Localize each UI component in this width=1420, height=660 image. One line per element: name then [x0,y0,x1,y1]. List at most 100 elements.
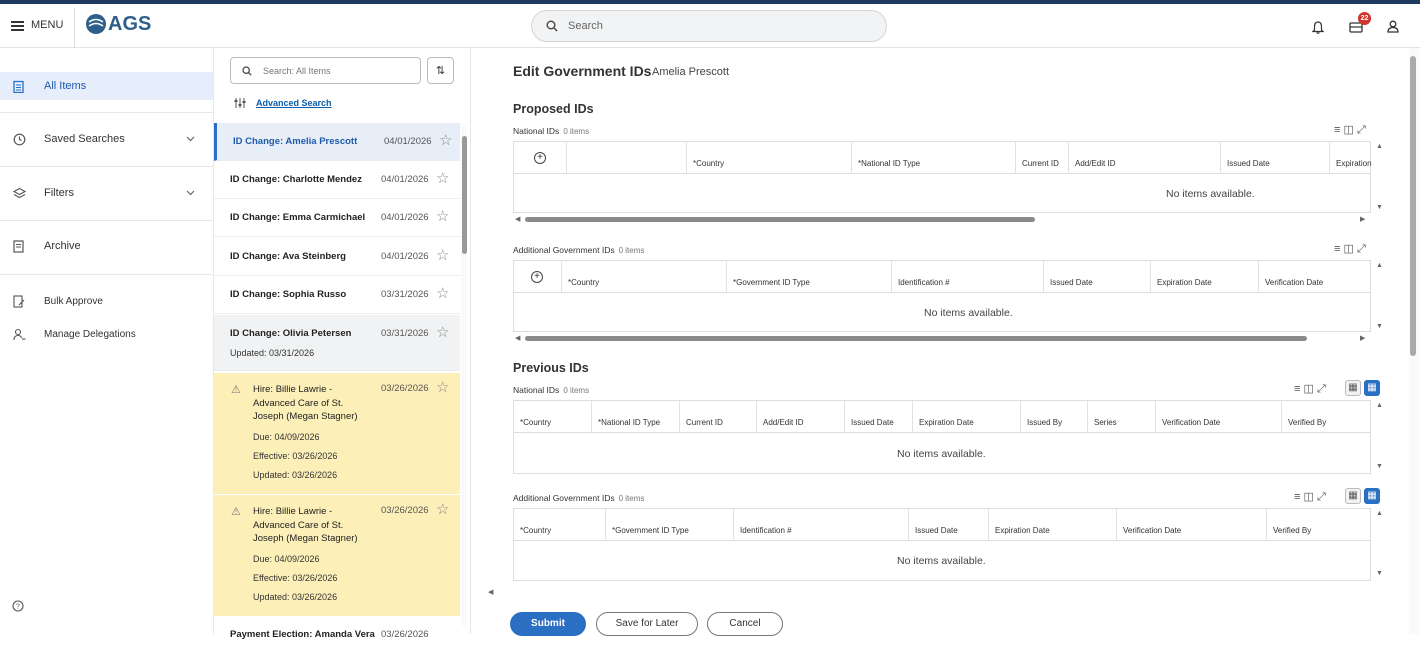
page-title: Edit Government IDs [513,63,652,79]
inbox-list-pane: Search: All Items ⇅ Advanced Search ID C… [214,48,471,660]
star-icon[interactable]: ☆ [436,500,449,518]
menu-label[interactable]: MENU [31,19,63,31]
list-item[interactable]: ID Change: Emma Carmichael 04/01/2026 ☆ [214,199,460,237]
action-footer: Submit Save for Later Cancel [472,604,1408,636]
columns-icon[interactable]: ◫ [1343,243,1353,255]
filter-icon[interactable]: ≡ [1294,383,1300,395]
nav-item-saved-searches[interactable]: Saved Searches [0,112,213,166]
scroll-up-arrow[interactable]: ▲ [1376,262,1383,269]
main-content: Edit Government IDs Amelia Prescott Prop… [472,48,1408,634]
horizontal-scrollbar[interactable]: ◀ ▶ [513,214,1371,224]
table-header-cell: Identification # [734,509,909,541]
hamburger-icon[interactable] [11,21,24,31]
columns-icon[interactable]: ◫ [1303,491,1313,503]
scroll-down-arrow[interactable]: ▼ [1376,570,1383,577]
scroll-left-arrow[interactable]: ◀ [488,588,493,596]
submit-button[interactable]: Submit [510,612,586,636]
table-label-text: Additional Government IDs [513,493,615,503]
expand-icon[interactable]: ⤢ [1317,383,1326,395]
expand-icon[interactable]: ⤢ [1357,243,1366,255]
nav-item-manage-delegations[interactable]: Manage Delegations [0,318,213,352]
sort-button[interactable]: ⇅ [427,57,454,84]
nav-item-bulk-approve[interactable]: Bulk Approve [0,284,213,318]
table-header-cell: Current ID [680,401,757,433]
cancel-button[interactable]: Cancel [707,612,783,636]
nav-label: All Items [44,80,87,92]
scroll-right-arrow[interactable]: ▶ [1360,215,1365,223]
scroll-right-arrow[interactable]: ▶ [1360,334,1365,342]
nav-item-filters[interactable]: Filters [0,166,213,220]
list-item[interactable]: ID Change: Amelia Prescott 04/01/2026 ☆ [214,123,460,161]
filter-icon[interactable]: ≡ [1294,491,1300,503]
scroll-left-arrow[interactable]: ◀ [515,215,520,223]
grid-view-button[interactable]: ▦ [1345,380,1361,396]
columns-icon[interactable]: ◫ [1303,383,1313,395]
table-header-cell: Issued By [1021,401,1088,433]
scroll-down-arrow[interactable]: ▼ [1376,204,1383,211]
table-toolbar: ≡ ◫ ⤢ [1294,490,1326,504]
chevron-down-icon[interactable] [186,136,195,142]
horizontal-scrollbar[interactable]: ◀ ▶ [513,333,1371,343]
list-item[interactable]: ID Change: Charlotte Mendez 04/01/2026 ☆ [214,161,460,199]
table-header-cell: *Country [687,142,852,174]
list-scrollbar-thumb[interactable] [462,136,467,254]
bell-icon[interactable] [1312,21,1324,34]
list-item-highlighted[interactable]: ⚠ Hire: Billie Lawrie - Advanced Care of… [214,495,460,619]
global-search-input[interactable]: Search [531,10,887,42]
star-icon[interactable]: ☆ [436,378,449,396]
table-header-cell: Verification Date [1117,509,1267,541]
item-count: 0 items [563,127,590,136]
scroll-up-arrow[interactable]: ▲ [1376,510,1383,517]
star-icon[interactable]: ☆ [439,131,452,149]
table-view-button[interactable]: ▦ [1364,380,1380,396]
scroll-left-arrow[interactable]: ◀ [515,334,520,342]
scroll-down-arrow[interactable]: ▼ [1376,463,1383,470]
star-icon[interactable]: ☆ [436,246,449,264]
scroll-up-arrow[interactable]: ▲ [1376,402,1383,409]
table-header-cell [567,142,687,174]
table-label-text: National IDs [513,126,560,136]
columns-icon[interactable]: ◫ [1343,124,1353,136]
grid-view-button[interactable]: ▦ [1345,488,1361,504]
help-icon[interactable]: ? [12,600,24,612]
list-item[interactable]: ID Change: Olivia Petersen 03/31/2026 ☆ … [214,315,460,371]
list-item[interactable]: ID Change: Sophia Russo 03/31/2026 ☆ [214,276,460,314]
expand-icon[interactable]: ⤢ [1357,124,1366,136]
nav-label: Filters [44,187,74,199]
star-icon[interactable]: ☆ [436,169,449,187]
item-title: ID Change: Emma Carmichael [230,212,366,223]
nav-item-all-items[interactable]: All Items [0,72,213,100]
star-icon[interactable]: ☆ [436,323,449,341]
empty-message: No items available. [897,448,986,460]
star-icon[interactable]: ☆ [436,207,449,225]
item-updated: Updated: 03/31/2026 [230,348,315,358]
chevron-down-icon[interactable] [186,190,195,196]
list-item[interactable]: ID Change: Ava Steinberg 04/01/2026 ☆ [214,238,460,276]
scroll-down-arrow[interactable]: ▼ [1376,323,1383,330]
profile-icon[interactable] [1387,20,1399,33]
item-date: 03/31/2026 [381,289,429,300]
filter-icon[interactable]: ≡ [1334,124,1340,136]
list-item-highlighted[interactable]: ⚠ Hire: Billie Lawrie - Advanced Care of… [214,373,460,497]
list-item[interactable]: Payment Election: Amanda Vera 03/26/2026 [214,622,460,660]
nav-item-archive[interactable]: Archive [0,220,213,274]
expand-icon[interactable]: ⤢ [1317,491,1326,503]
scroll-up-arrow[interactable]: ▲ [1376,143,1383,150]
logo-text[interactable]: AGS [108,13,151,36]
save-for-later-button[interactable]: Save for Later [596,612,698,636]
main-scrollbar-thumb[interactable] [1410,56,1416,356]
divider [0,274,213,275]
person-delegate-icon [13,328,26,341]
empty-message: No items available. [924,307,1013,319]
add-row-icon[interactable]: + [531,271,543,283]
add-row-icon[interactable]: + [534,152,546,164]
filter-icon[interactable]: ≡ [1334,243,1340,255]
list-search-input[interactable]: Search: All Items [230,57,421,84]
scrollbar-thumb[interactable] [525,336,1307,341]
table-header-cell: Verified By [1273,526,1312,535]
scrollbar-thumb[interactable] [525,217,1035,222]
advanced-search-link[interactable]: Advanced Search [256,98,332,108]
star-icon[interactable]: ☆ [436,284,449,302]
table-view-button[interactable]: ▦ [1364,488,1380,504]
table-header-cell: *Country [514,509,606,541]
